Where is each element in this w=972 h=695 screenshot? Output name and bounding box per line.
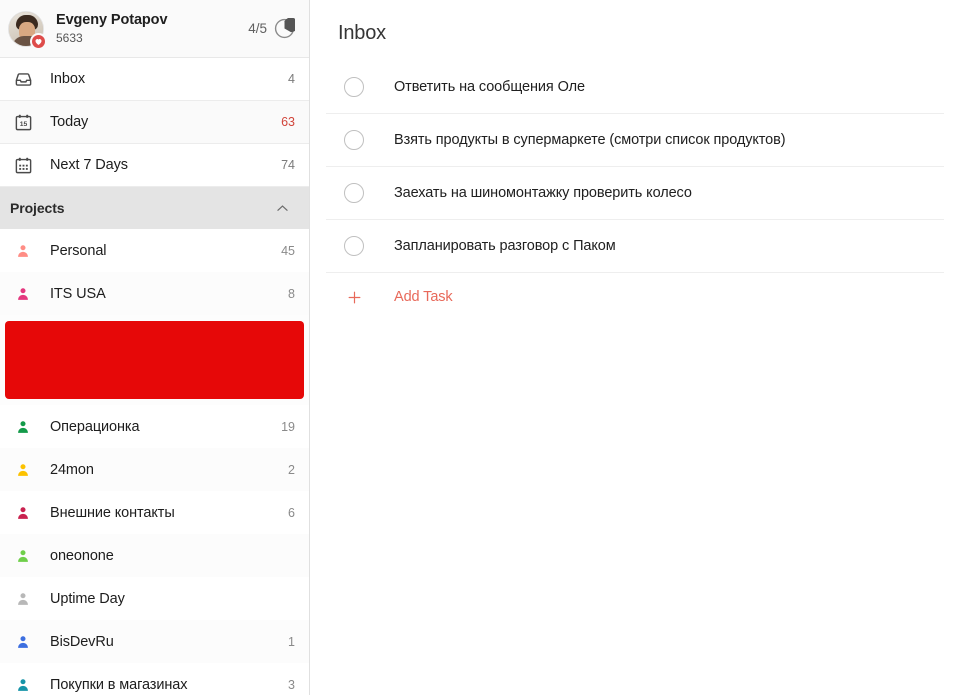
project-item-0[interactable]: Операционка 19 — [0, 405, 309, 448]
project-count: 1 — [288, 634, 295, 649]
project-item-4[interactable]: Uptime Day — [0, 577, 309, 620]
sidebar-item-next-7-days[interactable]: Next 7 Days 74 — [0, 144, 309, 187]
heart-icon — [30, 32, 47, 50]
sidebar-item-count: 63 — [281, 115, 295, 129]
task-label: Взять продукты в супермаркете (смотри сп… — [394, 132, 786, 148]
sidebar-item-label: Inbox — [50, 71, 85, 87]
task-label: Запланировать разговор с Паком — [394, 238, 616, 254]
project-count: 2 — [288, 462, 295, 477]
karma-indicator[interactable]: 4/5 — [248, 18, 295, 39]
person-icon — [8, 635, 38, 649]
user-id: 5633 — [56, 30, 83, 45]
project-item-3[interactable]: oneonone — [0, 534, 309, 577]
projects-section-header[interactable]: Projects — [0, 187, 309, 229]
calendar-day-icon: 15 — [8, 113, 38, 132]
avatar[interactable] — [8, 10, 47, 50]
task-row[interactable]: Заехать на шиномонтажку проверить колесо — [326, 167, 944, 220]
add-task-button[interactable]: Add Task — [326, 273, 944, 321]
person-icon — [8, 506, 38, 520]
add-task-label: Add Task — [394, 289, 453, 305]
person-icon — [8, 549, 38, 563]
task-row[interactable]: Запланировать разговор с Паком — [326, 220, 944, 273]
redacted-project-block[interactable] — [5, 321, 304, 399]
project-item-5[interactable]: BisDevRu 1 — [0, 620, 309, 663]
inbox-tray-icon — [8, 70, 38, 89]
app-root: Evgeny Potapov 5633 4/5 Inbox 4 15 Today… — [0, 0, 972, 695]
project-label: Personal — [50, 242, 107, 259]
sidebar-item-inbox[interactable]: Inbox 4 — [0, 58, 309, 101]
task-label: Заехать на шиномонтажку проверить колесо — [394, 185, 692, 201]
project-count: 3 — [288, 677, 295, 692]
projects-list: Personal 45 ITS USA 8 Операционка 19 24m… — [0, 229, 309, 695]
project-label: Операционка — [50, 418, 140, 435]
chevron-up-icon[interactable] — [274, 200, 291, 217]
person-icon — [8, 678, 38, 692]
page-title: Inbox — [338, 22, 386, 44]
user-name: Evgeny Potapov — [56, 11, 168, 28]
project-item-personal[interactable]: Personal 45 — [0, 229, 309, 272]
task-checkbox[interactable] — [344, 130, 364, 150]
user-text: Evgeny Potapov 5633 — [56, 12, 248, 46]
project-label: BisDevRu — [50, 633, 114, 650]
project-label: 24mon — [50, 461, 94, 478]
task-checkbox[interactable] — [344, 236, 364, 256]
calendar-week-icon — [8, 156, 38, 175]
project-label: Внешние контакты — [50, 504, 175, 521]
sidebar-item-count: 74 — [281, 158, 295, 172]
task-row[interactable]: Ответить на сообщения Оле — [326, 61, 944, 114]
task-row[interactable]: Взять продукты в супермаркете (смотри сп… — [326, 114, 944, 167]
project-count: 45 — [281, 243, 295, 258]
user-profile-row[interactable]: Evgeny Potapov 5633 4/5 — [0, 0, 309, 58]
project-label: Покупки в магазинах — [50, 676, 188, 693]
project-label: ITS USA — [50, 285, 106, 302]
karma-pie-icon — [274, 18, 295, 39]
task-list: Ответить на сообщения Оле Взять продукты… — [326, 61, 944, 321]
project-label: Uptime Day — [50, 590, 125, 607]
person-icon — [8, 463, 38, 477]
person-icon — [8, 244, 38, 258]
task-checkbox[interactable] — [344, 183, 364, 203]
svg-text:15: 15 — [19, 121, 27, 128]
task-label: Ответить на сообщения Оле — [394, 79, 585, 95]
project-item-6[interactable]: Покупки в магазинах 3 — [0, 663, 309, 695]
projects-section-title: Projects — [10, 200, 65, 216]
person-icon — [8, 287, 38, 301]
main-panel: Inbox Ответить на сообщения Оле Взять пр… — [310, 0, 972, 695]
sidebar-item-label: Today — [50, 114, 89, 130]
project-count: 6 — [288, 505, 295, 520]
sidebar: Evgeny Potapov 5633 4/5 Inbox 4 15 Today… — [0, 0, 310, 695]
task-checkbox[interactable] — [344, 77, 364, 97]
sidebar-item-label: Next 7 Days — [50, 157, 128, 173]
project-count: 8 — [288, 286, 295, 301]
person-icon — [8, 592, 38, 606]
project-item-2[interactable]: Внешние контакты 6 — [0, 491, 309, 534]
sidebar-item-count: 4 — [288, 72, 295, 86]
project-count: 19 — [281, 419, 295, 434]
sidebar-item-today[interactable]: 15 Today 63 — [0, 101, 309, 144]
person-icon — [8, 420, 38, 434]
plus-icon — [344, 289, 364, 306]
project-label: oneonone — [50, 547, 114, 564]
project-item-1[interactable]: 24mon 2 — [0, 448, 309, 491]
karma-progress-text: 4/5 — [248, 21, 267, 36]
project-item-its-usa[interactable]: ITS USA 8 — [0, 272, 309, 315]
